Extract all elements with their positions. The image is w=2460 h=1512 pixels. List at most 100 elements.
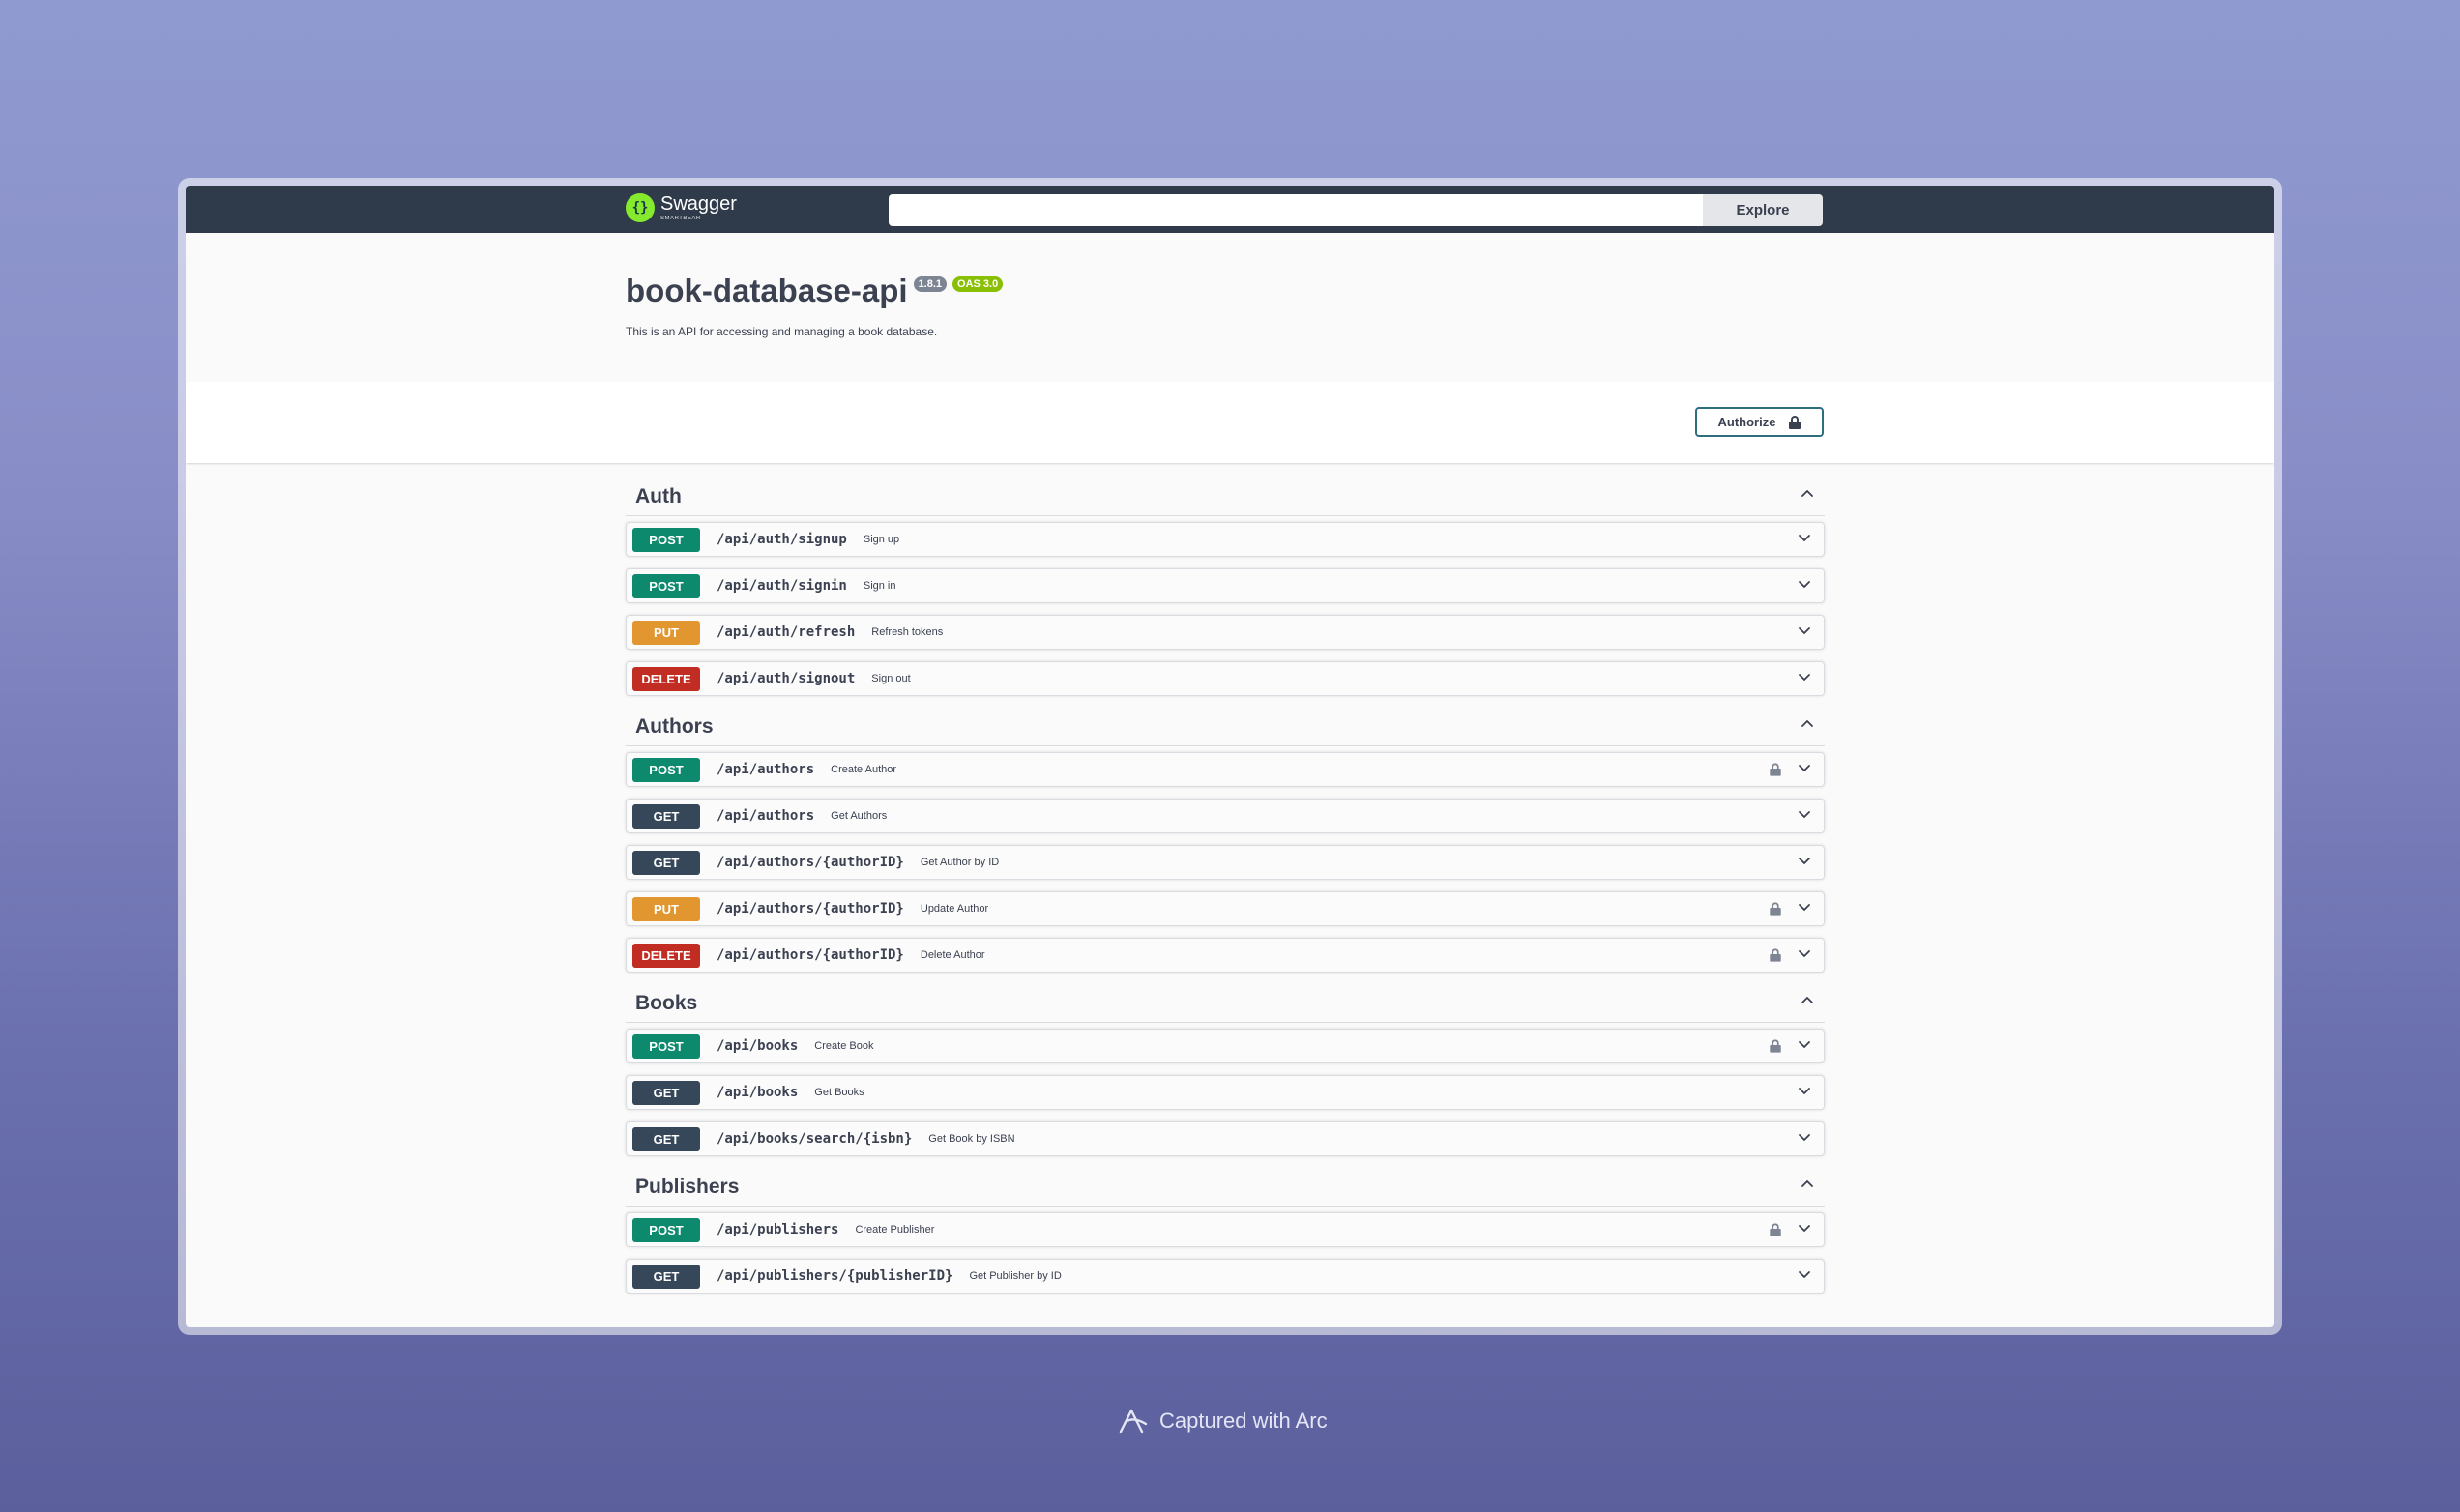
operation-row[interactable]: DELETE/api/auth/signout Sign out [626, 661, 1825, 696]
chevron-down-icon[interactable] [1797, 530, 1812, 550]
chevron-up-icon[interactable] [1800, 716, 1815, 737]
tag-section-auth: Auth POST/api/auth/signup Sign up POST/api/… [626, 478, 1825, 696]
arc-logo-icon [1119, 1409, 1148, 1434]
operation-row[interactable]: GET/api/books/search/{isbn} Get Book by I… [626, 1121, 1825, 1156]
method-badge: DELETE [632, 943, 700, 968]
operation-path: /api/publishers/{publisherID} [717, 1268, 953, 1284]
tag-name: Publishers [635, 1175, 740, 1198]
explore-button[interactable]: Explore [1703, 194, 1823, 226]
method-badge: POST [632, 573, 700, 598]
spec-url-input[interactable] [889, 194, 1703, 226]
api-description: This is an API for accessing and managin… [626, 325, 938, 338]
swagger-logo[interactable]: {} Swagger SMARTBEAR [626, 193, 737, 222]
operation-row[interactable]: DELETE/api/authors/{authorID} Delete Auth… [626, 938, 1825, 973]
operation-path: /api/authors [717, 762, 815, 777]
chevron-down-icon[interactable] [1797, 1036, 1812, 1057]
operation-row[interactable]: POST/api/books Create Book [626, 1029, 1825, 1063]
operation-path: /api/authors [717, 808, 815, 824]
tag-header[interactable]: Authors [626, 708, 1825, 746]
tag-section-authors: Authors POST/api/authors Create Author GET /… [626, 708, 1825, 973]
method-badge: DELETE [632, 666, 700, 691]
lock-icon [1789, 415, 1801, 429]
operation-row[interactable]: POST/api/auth/signin Sign in [626, 568, 1825, 603]
swagger-logo-icon: {} [626, 193, 655, 222]
chevron-down-icon[interactable] [1797, 1266, 1812, 1287]
method-badge: GET [632, 1080, 700, 1105]
method-badge: POST [632, 1217, 700, 1242]
tag-header[interactable]: Publishers [626, 1168, 1825, 1207]
chevron-down-icon[interactable] [1797, 1083, 1812, 1103]
operation-path: /api/authors/{authorID} [717, 947, 904, 963]
method-badge: POST [632, 1033, 700, 1059]
tag-name: Authors [635, 714, 714, 738]
operation-row[interactable]: POST/api/authors Create Author [626, 752, 1825, 787]
operation-path: /api/books [717, 1085, 799, 1100]
operation-summary: Get Books [814, 1087, 864, 1098]
chevron-down-icon[interactable] [1797, 945, 1812, 966]
operation-path: /api/auth/signup [717, 532, 847, 547]
method-badge: PUT [632, 896, 700, 921]
operation-row[interactable]: PUT/api/authors/{authorID} Update Author [626, 891, 1825, 926]
operation-summary: Get Book by ISBN [928, 1133, 1015, 1145]
chevron-down-icon[interactable] [1797, 623, 1812, 643]
chevron-up-icon[interactable] [1800, 1177, 1815, 1197]
chevron-down-icon[interactable] [1797, 806, 1812, 827]
logo-subtext: SMARTBEAR [660, 216, 701, 221]
operations-list: Auth POST/api/auth/signup Sign up POST/api/… [626, 478, 1825, 1305]
chevron-up-icon[interactable] [1800, 486, 1815, 507]
method-badge: GET [632, 1264, 700, 1289]
lock-icon[interactable] [1770, 948, 1781, 962]
operation-path: /api/auth/signin [717, 578, 847, 594]
operation-summary: Create Book [814, 1040, 874, 1052]
lock-icon[interactable] [1770, 902, 1781, 916]
chevron-down-icon[interactable] [1797, 669, 1812, 689]
chevron-down-icon[interactable] [1797, 760, 1812, 780]
operation-row[interactable]: GET/api/books Get Books [626, 1075, 1825, 1110]
tag-header[interactable]: Auth [626, 478, 1825, 516]
chevron-down-icon[interactable] [1797, 1129, 1812, 1149]
scheme-container: Authorize [186, 382, 2274, 463]
chevron-up-icon[interactable] [1800, 993, 1815, 1013]
operation-row[interactable]: POST/api/publishers Create Publisher [626, 1212, 1825, 1247]
chevron-down-icon[interactable] [1797, 576, 1812, 596]
operation-path: /api/books/search/{isbn} [717, 1131, 913, 1147]
tag-name: Books [635, 991, 698, 1014]
arc-capture-footer: Captured with Arc [1117, 1407, 1328, 1436]
operation-summary: Get Publisher by ID [969, 1270, 1062, 1282]
operation-row[interactable]: POST/api/auth/signup Sign up [626, 522, 1825, 557]
operation-row[interactable]: PUT/api/auth/refresh Refresh tokens [626, 615, 1825, 650]
version-badge: 1.8.1 [913, 276, 948, 292]
operation-summary: Sign in [863, 580, 896, 592]
operation-summary: Create Publisher [855, 1224, 935, 1236]
chevron-down-icon[interactable] [1797, 1220, 1812, 1240]
swagger-page: {} Swagger SMARTBEAR Explore book-databa… [186, 186, 2274, 1327]
authorize-button[interactable]: Authorize [1695, 407, 1824, 437]
operation-summary: Get Author by ID [920, 857, 1000, 868]
page-title: book-database-api [626, 273, 908, 308]
operation-summary: Refresh tokens [871, 626, 944, 638]
method-badge: GET [632, 803, 700, 829]
operation-path: /api/auth/signout [717, 671, 856, 686]
method-badge: GET [632, 850, 700, 875]
operation-summary: Update Author [920, 903, 989, 915]
operation-summary: Get Authors [831, 810, 888, 822]
chevron-down-icon[interactable] [1797, 853, 1812, 873]
topbar: {} Swagger SMARTBEAR Explore [186, 186, 2274, 233]
operation-row[interactable]: GET/api/publishers/{publisherID} Get Publ… [626, 1259, 1825, 1294]
lock-icon[interactable] [1770, 1223, 1781, 1236]
lock-icon[interactable] [1770, 763, 1781, 776]
tag-header[interactable]: Books [626, 984, 1825, 1023]
operation-row[interactable]: GET/api/authors Get Authors [626, 799, 1825, 833]
operation-summary: Create Author [831, 764, 897, 775]
method-badge: GET [632, 1126, 700, 1151]
operation-path: /api/books [717, 1038, 799, 1054]
tag-section-publishers: Publishers POST/api/publishers Create Publ… [626, 1168, 1825, 1294]
lock-icon[interactable] [1770, 1039, 1781, 1053]
logo-text: Swagger [660, 193, 737, 215]
chevron-down-icon[interactable] [1797, 899, 1812, 919]
operation-row[interactable]: GET/api/authors/{authorID} Get Author by … [626, 845, 1825, 880]
operation-path: /api/authors/{authorID} [717, 855, 904, 870]
oas-badge: OAS 3.0 [952, 276, 1004, 292]
tag-section-books: Books POST/api/books Create Book GET/api/bo… [626, 984, 1825, 1156]
capture-text: Captured with Arc [1159, 1409, 1328, 1433]
